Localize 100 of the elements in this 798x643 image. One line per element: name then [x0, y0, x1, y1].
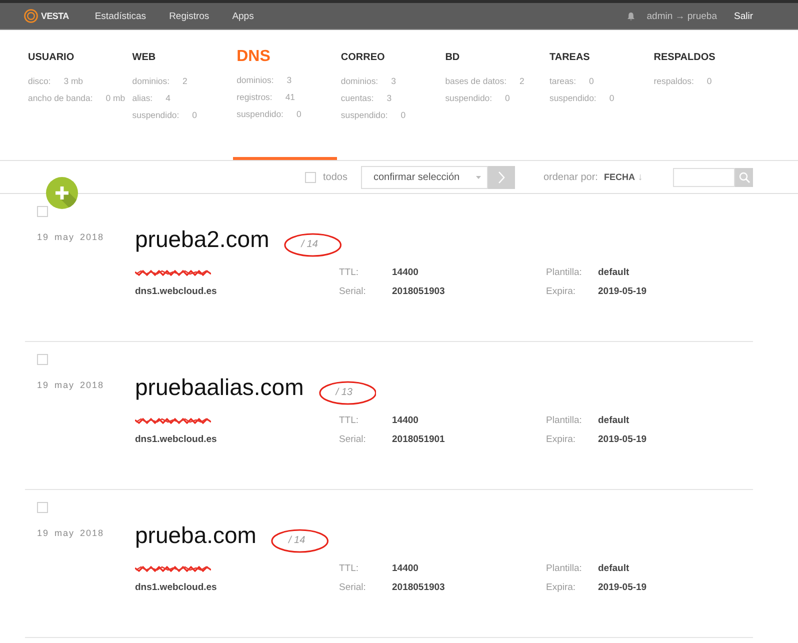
logo-text[interactable]: VESTA — [41, 11, 69, 21]
stats-tab[interactable]: BD bases de datos: 2 suspendido: 0 — [441, 30, 546, 160]
tab-title: BD — [445, 51, 460, 65]
add-button[interactable] — [46, 177, 78, 209]
stat-label: suspendido: — [549, 92, 596, 102]
field-label: Plantilla: — [546, 267, 583, 278]
nameserver-text: dns1.webcloud.es — [135, 434, 218, 445]
stat-label: respaldos: — [654, 76, 694, 86]
field-value: 2018051901 — [392, 434, 446, 445]
nav-link[interactable]: Registros — [169, 10, 210, 22]
stat-label: suspendido: — [236, 108, 284, 118]
tab-title: CORREO — [340, 51, 385, 65]
stat-value: 0 — [706, 76, 712, 86]
field-value: default — [598, 563, 630, 574]
field-value: 14400 — [392, 563, 420, 574]
tab-title: RESPALDOS — [654, 51, 716, 65]
domain-name: prueba2.com — [135, 225, 270, 253]
stat-label: cuentas: — [340, 92, 374, 102]
record-count: / 13 — [336, 387, 352, 399]
stat-value: 2 — [182, 76, 188, 86]
field-label: Serial: — [339, 286, 367, 297]
logout-link[interactable]: Salir — [734, 10, 753, 22]
field-value: 2019-05-19 — [598, 434, 648, 445]
field-label: Expira: — [546, 434, 577, 445]
stat-label: suspendido: — [445, 92, 492, 102]
stat-value: 0 — [609, 92, 614, 102]
stat-label: ancho de banda: — [28, 92, 93, 102]
stats-tab[interactable]: USUARIO disco: 3 mb ancho de banda: 0 mb — [24, 30, 128, 160]
nav-link[interactable]: Apps — [232, 10, 254, 22]
domain-name: prueba.com — [135, 521, 256, 549]
select-all-checkbox[interactable] — [305, 172, 316, 182]
row-checkbox[interactable] — [37, 502, 48, 513]
stats-tab[interactable]: RESPALDOS respaldos: 0 — [650, 30, 754, 160]
tab-title: WEB — [132, 51, 156, 65]
record-count: / 14 — [288, 535, 306, 547]
nav-link[interactable]: Estadísticas — [94, 10, 146, 22]
stat-value: 3 — [286, 74, 292, 84]
stat-value: 0 — [192, 110, 197, 120]
tab-title: TAREAS — [549, 51, 590, 65]
sort-label: ordenar por: — [543, 172, 598, 182]
field-label: Plantilla: — [546, 415, 583, 426]
field-value: default — [598, 267, 630, 278]
apply-button[interactable] — [488, 166, 516, 188]
field-label: TTL: — [339, 415, 360, 426]
user-link[interactable]: admin → prueba — [646, 10, 717, 22]
tab-title: DNS — [236, 47, 270, 67]
stat-value: 3 — [386, 92, 392, 102]
bulk-action-select[interactable]: confirmar selección — [361, 166, 488, 188]
search-icon — [738, 172, 750, 182]
stat-value: 2 — [520, 76, 524, 86]
field-value: 14400 — [392, 415, 420, 426]
date-text: 19 may 2018 — [37, 527, 106, 539]
stat-label: disco: — [28, 76, 51, 86]
stat-label: dominios: — [340, 76, 378, 86]
sort-link[interactable]: FECHA ↓ — [604, 172, 643, 182]
field-value: 2019-05-19 — [598, 582, 648, 593]
row-checkbox[interactable] — [37, 206, 48, 217]
field-label: TTL: — [339, 563, 360, 574]
tab-title: USUARIO — [28, 51, 74, 65]
search-button[interactable] — [735, 168, 753, 186]
stat-label: dominios: — [236, 74, 274, 84]
stat-value: 3 mb — [64, 76, 84, 86]
stat-value: 0 mb — [106, 92, 126, 102]
stat-label: suspendido: — [340, 110, 388, 120]
stat-label: suspendido: — [132, 110, 180, 120]
domain-name: pruebaalias.com — [135, 373, 304, 401]
field-label: Serial: — [339, 582, 367, 593]
field-label: Plantilla: — [546, 563, 583, 574]
date-text: 19 may 2018 — [37, 231, 106, 243]
date-text: 19 may 2018 — [37, 379, 106, 391]
chevron-icon — [498, 170, 506, 184]
field-label: Expira: — [546, 286, 577, 297]
stat-label: alias: — [132, 92, 153, 102]
stat-value: 0 — [400, 110, 406, 120]
stat-value: 41 — [285, 92, 295, 102]
field-value: 2018051903 — [392, 582, 446, 593]
stat-value: 3 — [391, 76, 396, 86]
field-value: 2019-05-19 — [598, 286, 648, 297]
field-label: Serial: — [339, 434, 367, 445]
stat-label: dominios: — [132, 76, 170, 86]
stats-tab[interactable]: WEB dominios: 2 alias: 4 suspendido: 0 — [128, 30, 233, 160]
bell-icon[interactable] — [626, 12, 635, 20]
field-value: 14400 — [392, 267, 420, 278]
field-value: 2018051903 — [392, 286, 446, 297]
ring-logo-icon[interactable] — [24, 9, 38, 23]
stat-value: 0 — [296, 108, 302, 118]
nameserver-text: dns1.webcloud.es — [135, 286, 218, 297]
field-label: Expira: — [546, 582, 577, 593]
stats-tab[interactable]: CORREO dominios: 3 cuentas: 3 suspendido: 0 — [336, 30, 442, 160]
nameserver-text: dns1.webcloud.es — [135, 582, 218, 593]
stat-value: 0 — [589, 76, 594, 86]
stat-label: registros: — [236, 92, 272, 102]
record-count: / 14 — [301, 239, 318, 251]
search-field[interactable] — [673, 168, 735, 186]
stats-tab[interactable]: TAREAS tareas: 0 suspendido: 0 — [545, 30, 650, 160]
stat-label: bases de datos: — [445, 76, 507, 86]
field-value: default — [598, 415, 630, 426]
row-checkbox[interactable] — [37, 354, 48, 365]
field-label: TTL: — [339, 267, 360, 278]
stat-value: 0 — [505, 92, 510, 102]
